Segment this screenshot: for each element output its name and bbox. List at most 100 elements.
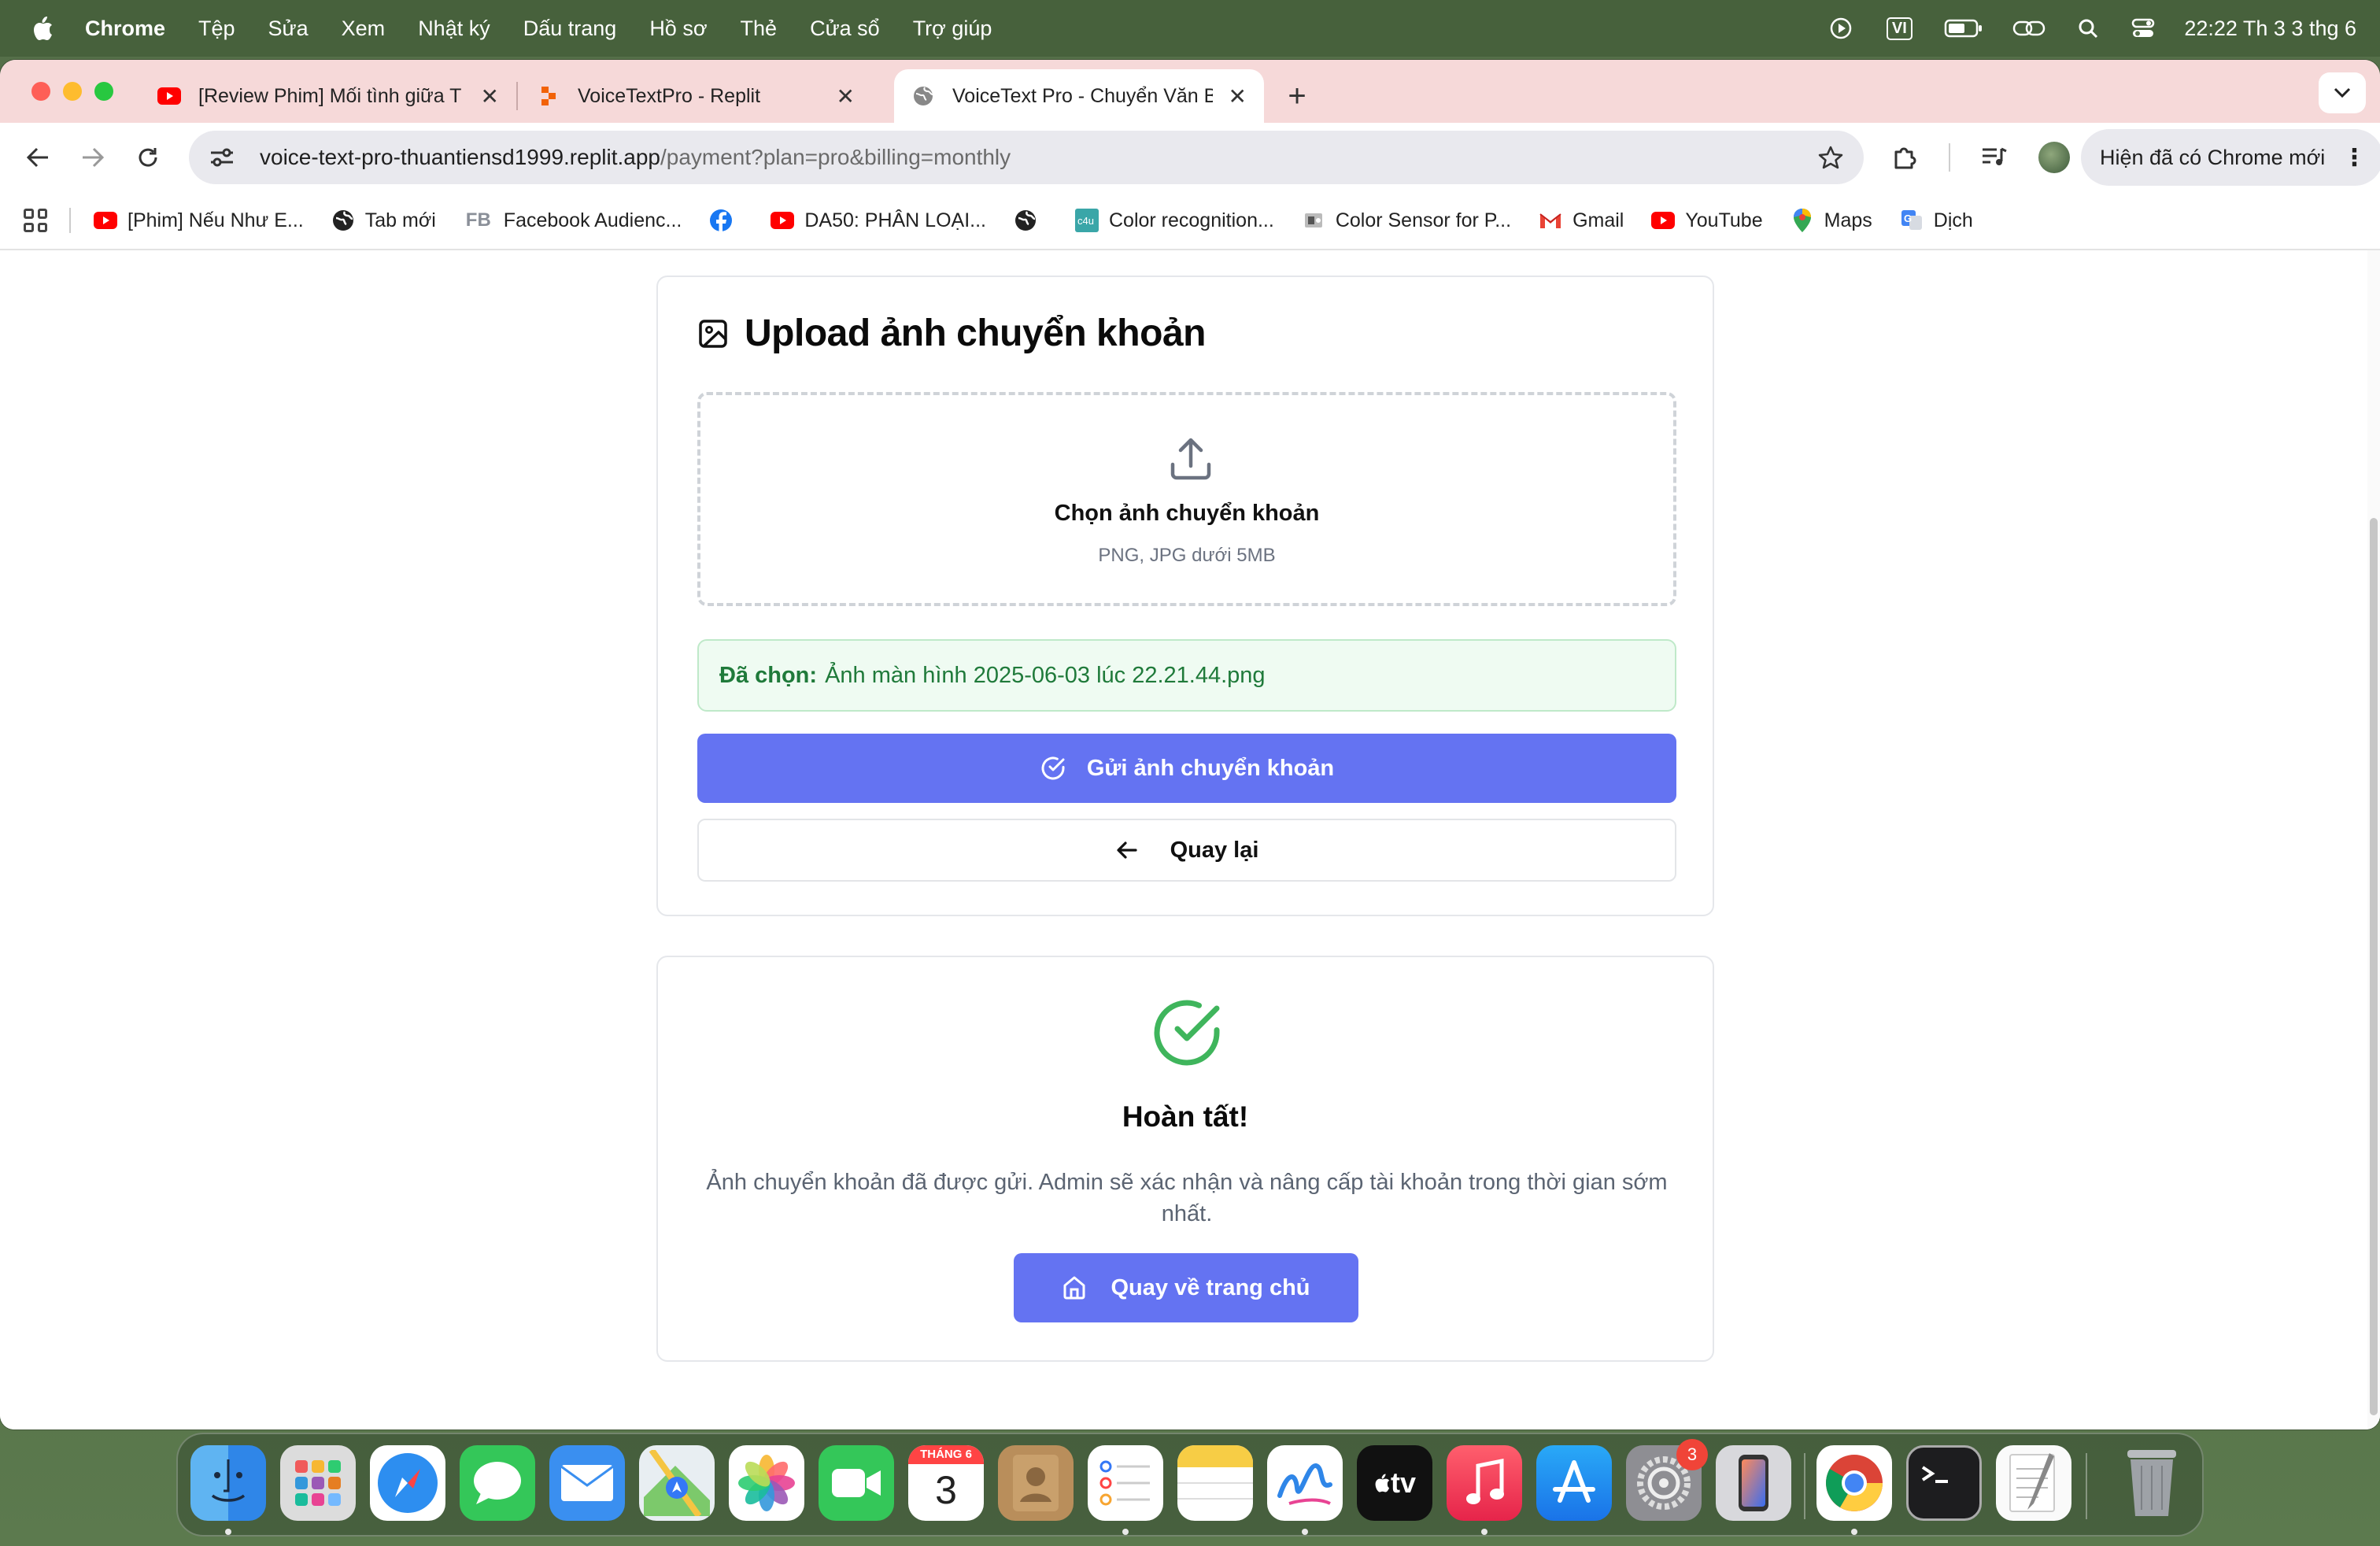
minimize-window-button[interactable]	[63, 82, 82, 101]
menu-profiles[interactable]: Hồ sơ	[649, 17, 707, 41]
site-info-icon[interactable]	[208, 143, 236, 172]
bookmark-label: Facebook Audienc...	[503, 209, 682, 231]
bookmark-item[interactable]: c4u Color recognition...	[1074, 208, 1274, 233]
page-scrollbar[interactable]	[2367, 250, 2380, 1429]
tab-voicetext-pro-active[interactable]: VoiceText Pro - Chuyển Văn B ✕	[894, 69, 1264, 123]
close-tab-icon[interactable]: ✕	[1229, 83, 1247, 109]
facetime-icon[interactable]	[819, 1445, 894, 1521]
go-home-label: Quay về trang chủ	[1111, 1274, 1310, 1300]
notes-icon[interactable]	[1177, 1445, 1253, 1521]
profile-avatar[interactable]	[2038, 142, 2070, 173]
menu-tab[interactable]: Thẻ	[741, 17, 778, 41]
go-home-button[interactable]: Quay về trang chủ	[1014, 1253, 1358, 1322]
back-button[interactable]	[19, 139, 57, 176]
apple-icon[interactable]	[31, 14, 55, 43]
image-icon	[699, 319, 727, 348]
toolbar-actions	[1887, 134, 2070, 181]
chrome-update-label: Hiện đã có Chrome mới	[2100, 145, 2326, 169]
bookmark-item[interactable]: DA50: PHÂN LOẠI...	[770, 208, 986, 233]
submit-transfer-button[interactable]: Gửi ảnh chuyển khoản	[697, 734, 1676, 803]
address-bar[interactable]: voice-text-pro-thuantiensd1999.replit.ap…	[189, 131, 1864, 184]
calendar-month: THÁNG 6	[908, 1445, 984, 1464]
replit-icon	[537, 84, 560, 108]
menu-bookmarks[interactable]: Dấu trang	[523, 17, 617, 41]
iphone-mirroring-icon[interactable]	[1716, 1445, 1791, 1521]
menu-window[interactable]: Cửa sổ	[810, 17, 880, 41]
menu-file[interactable]: Tệp	[198, 17, 235, 41]
back-button-page[interactable]: Quay lại	[697, 819, 1676, 882]
bookmark-item[interactable]: Color Sensor for P...	[1301, 208, 1511, 233]
mail-icon[interactable]	[549, 1445, 625, 1521]
menu-history[interactable]: Nhật ký	[418, 17, 490, 41]
media-controls-icon[interactable]	[1977, 140, 2012, 175]
settings-badge: 3	[1676, 1439, 1708, 1470]
new-tab-button[interactable]: +	[1280, 79, 1314, 114]
youtube-icon	[157, 84, 181, 108]
safari-icon[interactable]	[370, 1445, 445, 1521]
music-icon[interactable]	[1447, 1445, 1522, 1521]
input-source-indicator[interactable]: VI	[1882, 17, 1916, 40]
dropzone-hint: PNG, JPG dưới 5MB	[1098, 545, 1276, 566]
chrome-icon[interactable]	[1816, 1445, 1892, 1521]
menu-help[interactable]: Trợ giúp	[913, 17, 992, 41]
launchpad-icon[interactable]	[280, 1445, 356, 1521]
running-indicator	[1302, 1529, 1308, 1535]
bookmark-item[interactable]: [Phim] Nếu Như E...	[93, 208, 304, 233]
tab-review-phim[interactable]: [Review Phim] Mối tình giữa T ✕	[140, 69, 516, 123]
spotlight-search-icon[interactable]	[2074, 17, 2102, 40]
bookmark-item[interactable]: YouTube	[1650, 208, 1763, 233]
trash-icon[interactable]	[2114, 1445, 2190, 1521]
play-circle-icon[interactable]	[1827, 17, 1855, 40]
settings-icon[interactable]: 3	[1626, 1439, 1708, 1521]
calendar-icon[interactable]: THÁNG 6 3	[908, 1445, 984, 1521]
file-dropzone[interactable]: Chọn ảnh chuyển khoản PNG, JPG dưới 5MB	[697, 392, 1676, 606]
reminders-icon[interactable]	[1088, 1445, 1163, 1521]
dropzone-title: Chọn ảnh chuyển khoản	[1054, 501, 1320, 526]
battery-icon[interactable]	[1943, 17, 1984, 40]
apps-grid-icon[interactable]	[24, 209, 47, 232]
extensions-icon[interactable]	[1887, 140, 1922, 175]
messages-icon[interactable]	[460, 1445, 535, 1521]
bookmark-item[interactable]: Tab mới	[331, 208, 436, 233]
link-icon[interactable]	[2011, 17, 2047, 40]
tab-voicetextpro-replit[interactable]: VoiceTextPro - Replit ✕	[519, 69, 872, 123]
back-button-label: Quay lại	[1170, 837, 1259, 863]
control-center-icon[interactable]	[2129, 17, 2157, 40]
textedit-icon[interactable]	[1996, 1445, 2071, 1521]
bookmark-item[interactable]	[1013, 208, 1048, 233]
menu-app-name[interactable]: Chrome	[85, 17, 165, 41]
close-tab-icon[interactable]: ✕	[837, 83, 855, 109]
bookmark-item[interactable]: Maps	[1790, 208, 1872, 233]
bookmark-item[interactable]: FB Facebook Audienc...	[463, 208, 682, 233]
scrollbar-thumb[interactable]	[2370, 518, 2378, 1415]
freeform-icon[interactable]	[1267, 1445, 1343, 1521]
zoom-window-button[interactable]	[94, 82, 113, 101]
bookmark-label: Maps	[1824, 209, 1872, 231]
tab-search-button[interactable]	[2319, 72, 2366, 113]
appletv-icon[interactable]: tv	[1357, 1445, 1432, 1521]
bookmark-item[interactable]: G Dịch	[1899, 208, 1973, 233]
contacts-icon[interactable]	[998, 1445, 1074, 1521]
close-window-button[interactable]	[31, 82, 50, 101]
menu-edit[interactable]: Sửa	[268, 17, 309, 41]
more-vert-icon[interactable]: ⋮	[2342, 144, 2366, 172]
chrome-update-button[interactable]: Hiện đã có Chrome mới ⋮	[2081, 129, 2380, 186]
bookmark-star-icon[interactable]	[1816, 143, 1845, 172]
maps-icon[interactable]	[639, 1445, 715, 1521]
menubar-clock[interactable]: 22:22 Th 3 3 thg 6	[2184, 17, 2356, 41]
photos-icon[interactable]	[729, 1445, 804, 1521]
bookmark-item[interactable]: Gmail	[1538, 208, 1624, 233]
terminal-icon[interactable]	[1906, 1445, 1982, 1521]
forward-button[interactable]	[74, 139, 112, 176]
reload-button[interactable]	[129, 139, 167, 176]
appstore-icon[interactable]	[1536, 1445, 1612, 1521]
bookmark-item[interactable]	[708, 208, 743, 233]
youtube-icon	[1650, 208, 1676, 233]
close-tab-icon[interactable]: ✕	[481, 83, 499, 109]
menu-view[interactable]: Xem	[342, 17, 386, 41]
dock: THÁNG 6 3 tv 3	[176, 1433, 2204, 1537]
finder-icon[interactable]	[190, 1445, 266, 1521]
success-title: Hoàn tất!	[1122, 1100, 1249, 1133]
check-circle-icon	[1041, 756, 1065, 780]
dock-separator	[2086, 1453, 2087, 1519]
